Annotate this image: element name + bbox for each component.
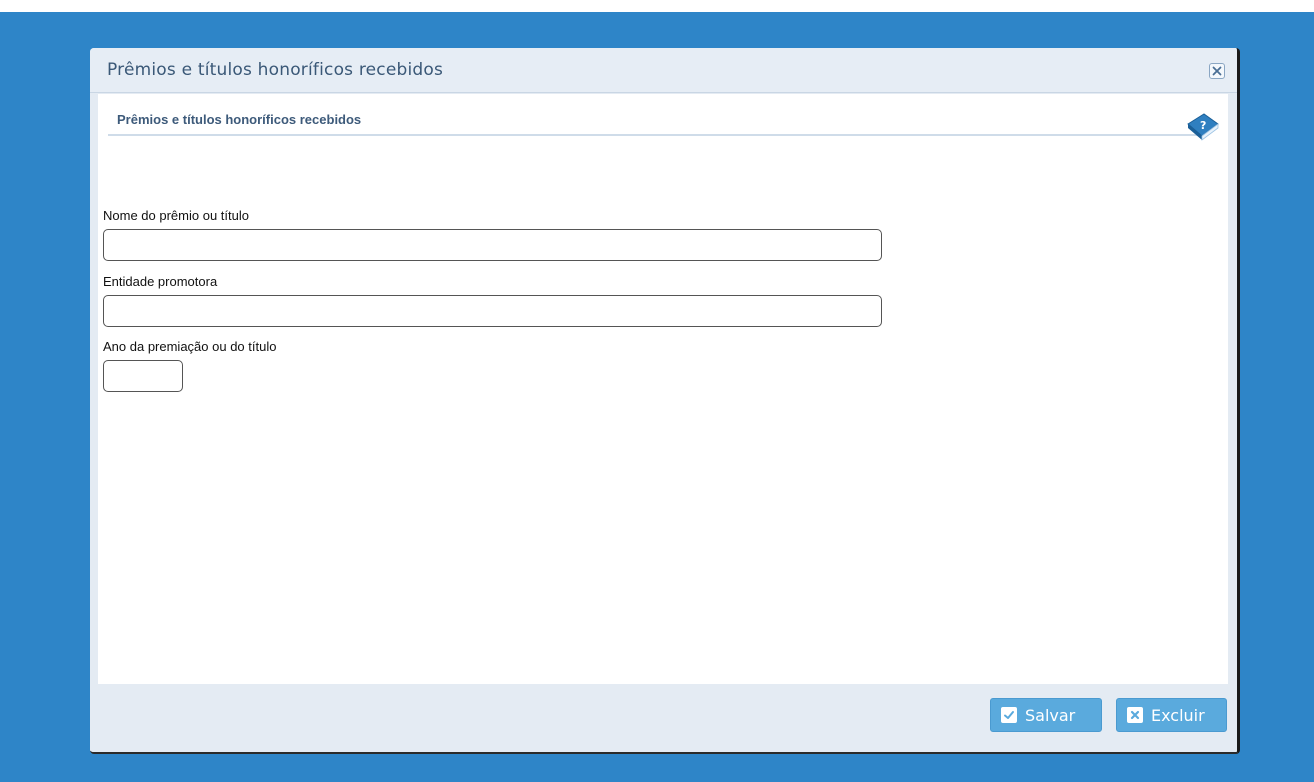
section-title: Prêmios e títulos honoríficos recebidos: [117, 112, 362, 127]
page-top-strip: [0, 0, 1314, 12]
check-icon: [1001, 707, 1017, 723]
save-button[interactable]: Salvar: [990, 698, 1102, 732]
delete-button[interactable]: Excluir: [1116, 698, 1227, 732]
awards-dialog: Prêmios e títulos honoríficos recebidos …: [90, 48, 1240, 754]
ano-label: Ano da premiação ou do título: [103, 339, 277, 354]
x-icon: [1127, 707, 1143, 723]
section-divider: [108, 134, 1198, 136]
ano-input[interactable]: [103, 360, 183, 392]
help-book-icon[interactable]: ?: [1184, 110, 1222, 144]
nome-input[interactable]: [103, 229, 882, 261]
dialog-footer: Salvar Excluir: [90, 684, 1237, 752]
close-icon[interactable]: [1209, 63, 1225, 79]
entidade-label: Entidade promotora: [103, 274, 218, 289]
svg-text:?: ?: [1200, 119, 1206, 132]
dialog-body: Prêmios e títulos honoríficos recebidos …: [98, 94, 1228, 684]
entidade-input[interactable]: [103, 295, 882, 327]
nome-label: Nome do prêmio ou título: [103, 208, 249, 223]
dialog-titlebar: Prêmios e títulos honoríficos recebidos: [90, 48, 1237, 93]
dialog-title: Prêmios e títulos honoríficos recebidos: [107, 60, 444, 80]
delete-button-label: Excluir: [1151, 705, 1205, 725]
save-button-label: Salvar: [1025, 705, 1076, 725]
